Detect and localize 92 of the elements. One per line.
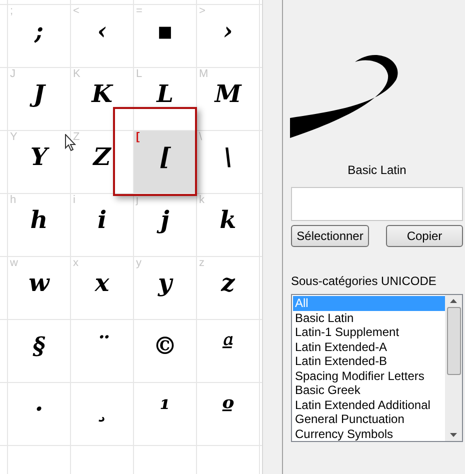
glyph-cell[interactable]: ª [197,320,260,382]
glyph-cell[interactable]: J J [8,68,71,130]
glyph: ‹ [96,17,108,45]
glyph-cell[interactable]: h h [8,194,71,256]
glyph: w [28,269,51,297]
glyph-cell[interactable]: ¨ [71,320,134,382]
glyph: j [134,206,196,234]
char-label: h [10,194,16,207]
glyph: \ [222,143,234,171]
glyph: ¸ [95,395,109,423]
subcategory-item[interactable]: Latin Extended-A [293,340,445,354]
subcategory-item[interactable]: Latin Extended Additional [293,398,445,412]
subcategory-item[interactable]: Latin Extended-B [293,354,445,368]
glyph: © [152,332,178,360]
glyph: k [218,206,238,234]
char-label: z [199,257,204,270]
glyph-cell[interactable]: = ▪ [134,5,197,67]
char-label: Z [73,131,80,144]
glyph-cell[interactable]: · [8,383,71,445]
glyph: h [29,206,49,234]
glyph-cell[interactable]: M M [197,68,260,130]
character-field[interactable] [291,187,463,221]
scroll-down-icon[interactable] [450,433,457,437]
glyph-cell[interactable]: L L [134,68,197,130]
glyph: y [156,269,174,297]
char-label: y [136,257,142,270]
glyph: i [96,206,108,234]
glyph: · [34,395,44,423]
glyph-cell[interactable]: w w [8,257,71,319]
copy-button[interactable]: Copier [386,225,463,247]
glyph-cell[interactable]: ; ; [8,5,71,67]
glyph: x [94,269,110,297]
glyph: ▪ [156,17,174,45]
subcategory-item[interactable]: Currency Symbols [293,426,445,441]
char-label: > [199,5,206,18]
char-label: x [73,257,78,270]
char-label: k [199,194,204,207]
glyph-cell[interactable]: i i [71,194,134,256]
glyph: ; [33,17,44,45]
glyph: ¨ [95,332,110,360]
glyph: ª [221,332,235,360]
glyph: L [155,80,174,108]
char-label: M [199,68,208,81]
char-label: [ [136,131,140,144]
glyph-cell[interactable]: \ \ [197,131,260,193]
glyph-cell[interactable]: [ [ [134,131,197,193]
glyph: › [222,17,234,45]
subcategory-list[interactable]: All Basic Latin Latin-1 Supplement Latin Extended-A Latin Extended-B Spacing Modifier Letters Basic Greek Latin Extended Additional General Punctuation Currency Symbols [291,294,463,442]
subcategory-item[interactable]: General Punctuation [293,412,445,426]
scrollbar[interactable] [445,295,462,441]
subcategory-item[interactable]: Basic Greek [293,383,445,398]
glyph: [ [158,143,172,171]
glyph: K [90,80,114,108]
glyph-cell[interactable]: < ‹ [71,5,134,67]
glyph-cell[interactable]: ¸ [71,383,134,445]
char-label: i [73,194,76,207]
glyph-cell[interactable]: > › [197,5,260,67]
char-label: w [10,257,18,270]
glyph-cell[interactable]: K K [71,68,134,130]
glyph: º [221,395,235,423]
char-label: ; [10,5,14,18]
glyph: § [32,332,46,360]
char-label: J [10,68,16,81]
list-label: Sous-catégories UNICODE [291,273,438,290]
subcategory-item[interactable]: Latin-1 Supplement [293,325,445,340]
char-label: \ [199,131,202,144]
char-label: L [136,68,142,81]
glyph: Z [92,143,112,171]
scroll-thumb[interactable] [446,307,460,375]
block-name: Basic Latin [346,162,408,179]
scroll-up-icon[interactable] [450,299,457,303]
glyph: M [213,80,243,108]
glyph-cell[interactable]: y y [134,257,197,319]
select-button[interactable]: Sélectionner [291,225,369,247]
glyph: z [220,269,236,297]
splitter[interactable] [262,0,282,474]
glyph-cell[interactable]: § [8,320,71,382]
subcategory-item[interactable]: Spacing Modifier Letters [293,368,445,383]
glyph: J [8,80,70,108]
glyph-cell[interactable]: º [197,383,260,445]
char-label: K [73,68,80,81]
subcategory-item[interactable]: Basic Latin [293,310,445,325]
glyph: ¹ [158,395,172,423]
glyph-cell[interactable]: © [134,320,197,382]
char-label: < [73,5,80,18]
char-label: = [136,5,142,18]
glyph-cell[interactable]: k k [197,194,260,256]
glyph-cell[interactable]: ¹ [134,383,197,445]
char-label: Y [10,131,18,144]
glyph: Y [29,143,50,171]
glyph-cell[interactable]: z z [197,257,260,319]
glyph-cell[interactable]: x x [71,257,134,319]
